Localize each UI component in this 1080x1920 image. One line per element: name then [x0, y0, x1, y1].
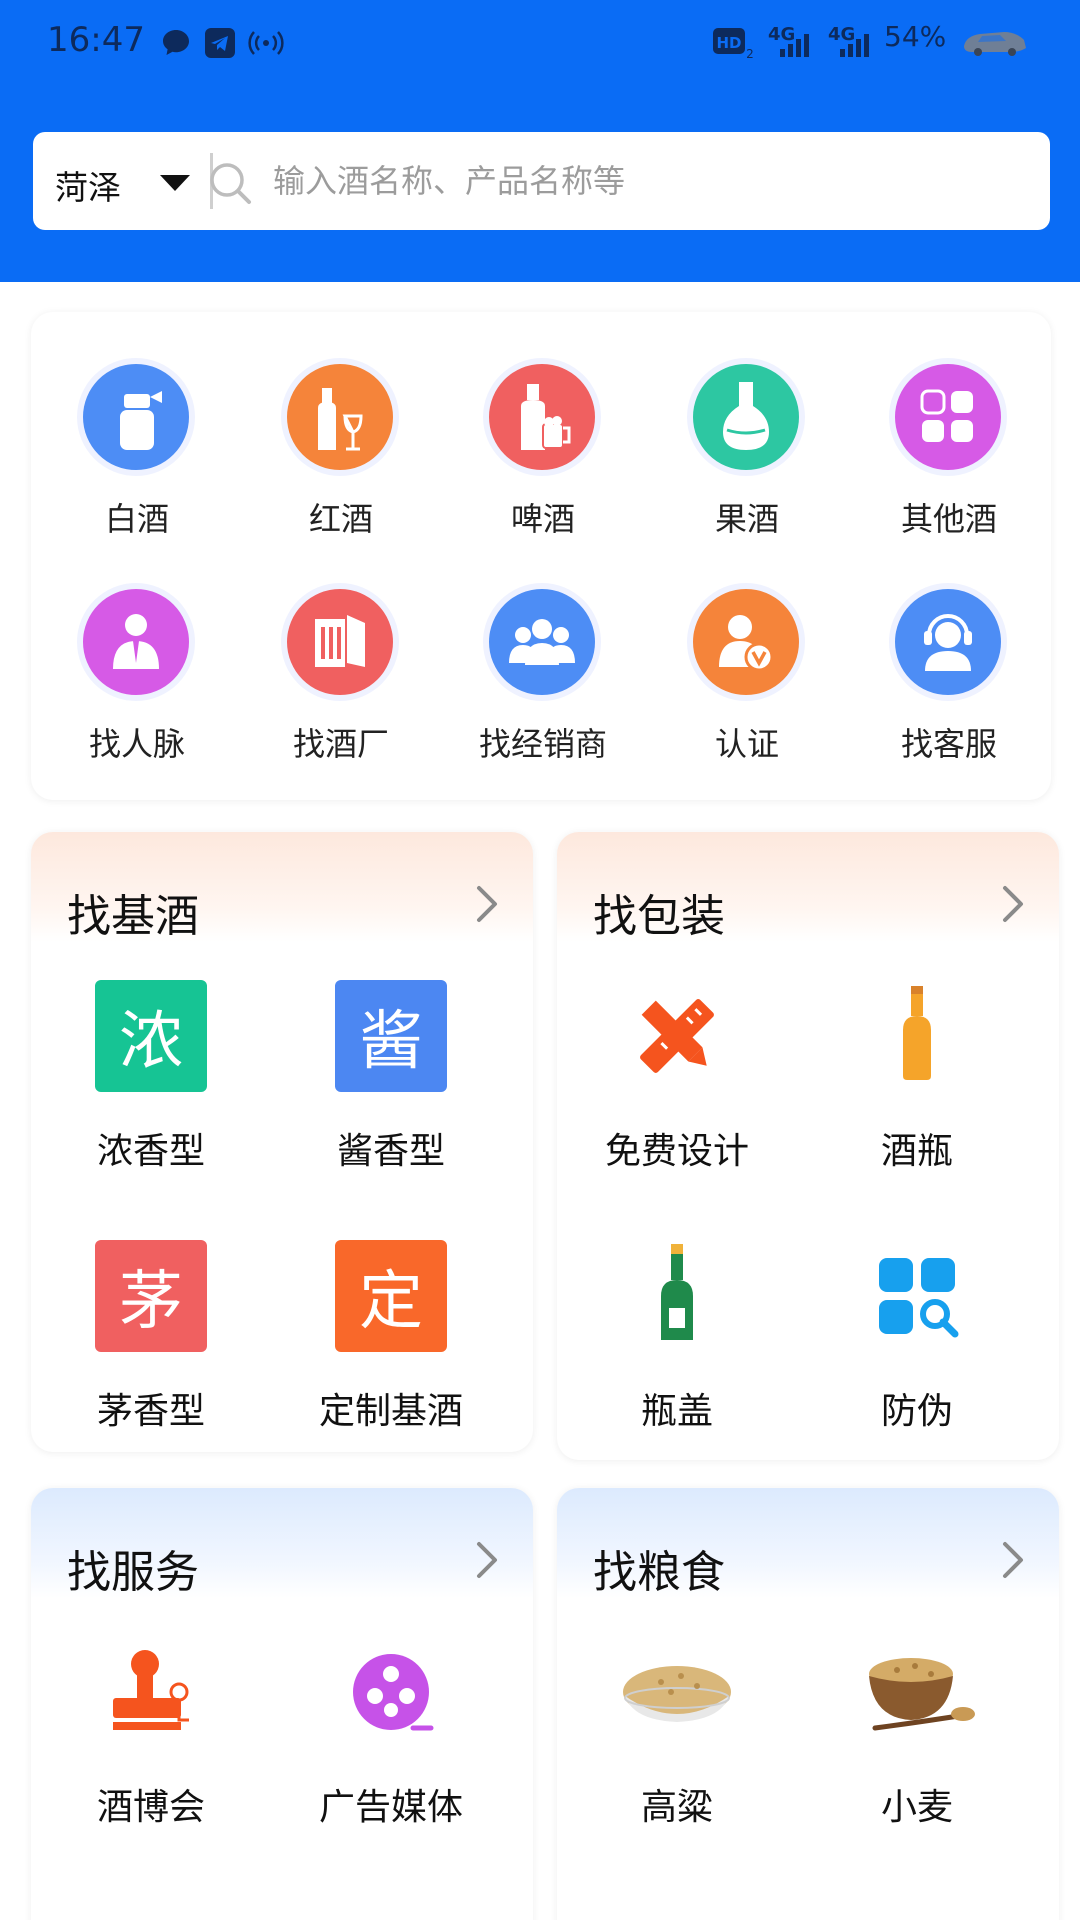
item-label: 酱香型: [336, 1131, 445, 1172]
item-anti-fake[interactable]: 防伪: [797, 1240, 1037, 1460]
category-certification[interactable]: 认证: [645, 589, 849, 779]
category-label: 白酒: [104, 500, 169, 538]
item-expo[interactable]: 酒博会: [31, 1636, 271, 1856]
item-label: 茅香型: [96, 1391, 205, 1432]
battery-percent: 54%: [884, 20, 947, 53]
chevron-right-icon[interactable]: [999, 1540, 1027, 1580]
section-title[interactable]: 找包装: [593, 880, 725, 944]
group-people-icon: [489, 589, 595, 695]
status-time: 16:47: [47, 20, 145, 60]
person-tie-icon: [83, 589, 189, 695]
beer-bottle-mug-icon: [489, 364, 595, 470]
category-label: 其他酒: [900, 500, 997, 538]
category-grid: 白酒 红酒 啤酒 果酒 其他酒 找人脉 找酒厂 找经销商 认证 找客服: [31, 312, 1051, 800]
hotspot-icon: [248, 31, 284, 55]
item-label: 定制基酒: [318, 1391, 463, 1432]
baijiu-bottle-icon: [83, 364, 189, 470]
search-icon[interactable]: [205, 158, 255, 208]
section-base-liquor: 找基酒 浓 浓香型 酱 酱香型 茅 茅香型 定 定制基酒: [31, 832, 533, 1452]
item-bottle-cap[interactable]: 瓶盖: [557, 1240, 797, 1460]
item-label: 小麦: [880, 1787, 953, 1828]
item-label: 浓香型: [96, 1131, 205, 1172]
item-bottle[interactable]: 酒瓶: [797, 980, 1037, 1200]
search-bar: 菏泽: [33, 132, 1050, 230]
item-jiangxiang[interactable]: 酱 酱香型: [271, 980, 511, 1200]
category-other[interactable]: 其他酒: [847, 364, 1051, 554]
item-free-design[interactable]: 免费设计: [557, 980, 797, 1200]
category-pijiu[interactable]: 啤酒: [441, 364, 645, 554]
section-title[interactable]: 找服务: [67, 1536, 199, 1600]
category-label: 果酒: [714, 500, 779, 538]
green-bottle-icon: [661, 1244, 693, 1340]
category-distillery[interactable]: 找酒厂: [239, 589, 443, 779]
category-customer-service[interactable]: 找客服: [847, 589, 1051, 779]
item-label: 防伪: [880, 1391, 953, 1432]
grid-apps-icon: [895, 364, 1001, 470]
item-label: 高粱: [640, 1787, 713, 1828]
section-grain: 找粮食 高粱 小麦: [557, 1488, 1059, 1920]
header-bar: 16:47 HD 2 4G 4G 54% 菏泽 输入酒名称、产品名称等: [0, 0, 1080, 282]
item-label: 广告媒体: [318, 1787, 463, 1828]
item-custom-base[interactable]: 定 定制基酒: [271, 1240, 511, 1452]
message-bubble-icon: [163, 30, 189, 55]
mao-char-icon: 茅: [95, 1240, 207, 1352]
nong-char-icon: 浓: [95, 980, 207, 1092]
chevron-right-icon[interactable]: [473, 884, 501, 924]
category-label: 认证: [714, 725, 779, 763]
section-title[interactable]: 找粮食: [593, 1536, 725, 1600]
verified-user-icon: [693, 589, 799, 695]
section-services: 找服务 酒博会 广告媒体: [31, 1488, 533, 1920]
svg-text:2: 2: [746, 47, 754, 60]
section-title[interactable]: 找基酒: [67, 880, 199, 944]
category-hongjiu[interactable]: 红酒: [239, 364, 443, 554]
telegram-icon: [205, 28, 235, 58]
item-label: 瓶盖: [640, 1391, 713, 1432]
grid-search-icon: [879, 1258, 959, 1338]
city-selector[interactable]: 菏泽: [55, 161, 121, 209]
factory-book-icon: [287, 589, 393, 695]
bottle-icon: [903, 986, 931, 1080]
wheat-bowl-icon: [869, 1658, 975, 1731]
category-guojiu[interactable]: 果酒: [645, 364, 849, 554]
ruler-pencil-icon: [640, 999, 714, 1073]
category-label: 啤酒: [510, 500, 575, 538]
hd-voice-icon: HD 2: [713, 28, 754, 60]
section-packaging: 找包装 免费设计 酒瓶 瓶盖 防伪: [557, 832, 1059, 1460]
sorghum-bowl-icon: [623, 1666, 731, 1722]
category-label: 找酒厂: [292, 725, 389, 763]
category-baijiu[interactable]: 白酒: [35, 364, 239, 554]
item-nongxiang[interactable]: 浓 浓香型: [31, 980, 271, 1200]
status-bar: 16:47 HD 2 4G 4G 54%: [0, 0, 1080, 86]
chevron-right-icon[interactable]: [473, 1540, 501, 1580]
wine-bottle-glass-icon: [287, 364, 393, 470]
category-label: 找人脉: [88, 725, 185, 763]
stamp-icon: [113, 1650, 189, 1730]
category-contacts[interactable]: 找人脉: [35, 589, 239, 779]
hd-label: HD: [716, 34, 741, 52]
category-label: 红酒: [308, 500, 373, 538]
item-label: 酒博会: [96, 1787, 205, 1828]
item-label: 酒瓶: [880, 1131, 953, 1172]
caret-down-icon[interactable]: [160, 175, 190, 191]
search-input[interactable]: [273, 154, 1013, 208]
item-maoxiang[interactable]: 茅 茅香型: [31, 1240, 271, 1452]
category-label: 找经销商: [478, 725, 607, 763]
jiang-char-icon: 酱: [335, 980, 447, 1092]
headset-agent-icon: [895, 589, 1001, 695]
item-sorghum[interactable]: 高粱: [557, 1636, 797, 1856]
fruit-wine-bottle-icon: [693, 364, 799, 470]
chevron-right-icon[interactable]: [999, 884, 1027, 924]
item-wheat[interactable]: 小麦: [797, 1636, 1037, 1856]
ding-char-icon: 定: [335, 1240, 447, 1352]
item-ad-media[interactable]: 广告媒体: [271, 1636, 511, 1856]
film-reel-icon: [353, 1654, 434, 1731]
battery-car-icon: [964, 32, 1026, 56]
signal-strength-2-icon: [840, 34, 869, 57]
category-label: 找客服: [900, 725, 997, 763]
category-dealers[interactable]: 找经销商: [441, 589, 645, 779]
item-label: 免费设计: [604, 1131, 749, 1172]
signal-strength-icon: [780, 34, 809, 57]
